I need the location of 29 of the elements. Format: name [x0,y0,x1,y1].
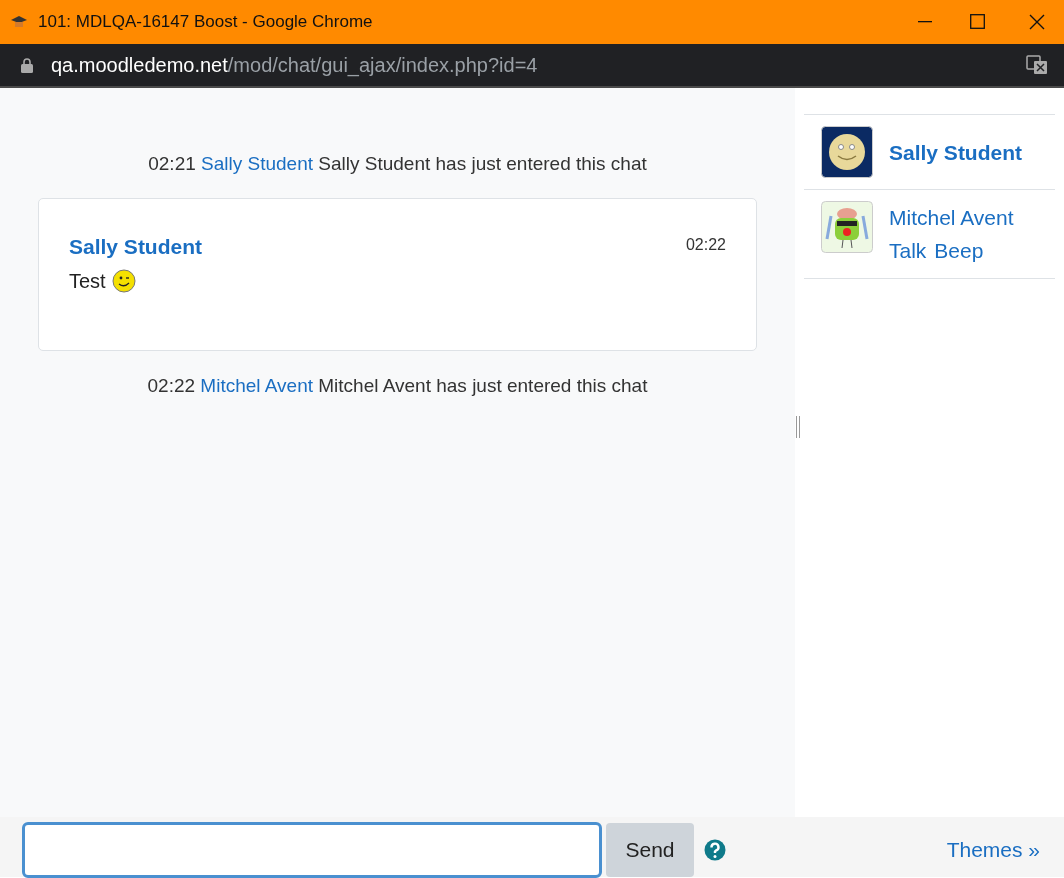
lock-icon [21,57,33,73]
message-text: Test [69,269,106,294]
user-link[interactable]: Sally Student [201,153,313,174]
user-link[interactable]: Mitchel Avent [200,374,313,396]
winking-smiley-icon [111,269,136,293]
close-icon [1029,13,1045,30]
window-title: 101: MDLQA-16147 Boost - Google Chrome [38,10,374,33]
url-text[interactable]: qa.moodledemo.net/mod/chat/gui_ajax/index.php?id=4 [51,50,1026,80]
user-name[interactable]: Sally Student [889,135,1023,169]
user-list-item[interactable]: Mitchel Avent Talk Beep [804,189,1055,279]
user-list-item[interactable]: Sally Student [804,114,1055,189]
translate-icon[interactable] [1026,55,1048,75]
avatar-monster-icon [821,201,873,253]
avatar-smiley-icon [821,126,873,178]
send-button[interactable]: Send [606,822,694,877]
chat-event-text: 02:21 Sally Student Sally Student has just entered this chat [147,152,648,176]
maximize-icon [969,14,985,29]
user-action-link[interactable]: Talk [889,234,927,267]
chat-event-text: 02:22 Mitchel Avent Mitchel Avent has just entered this chat [146,373,649,398]
user-action-link[interactable]: Beep [934,234,984,267]
graduation-cap-icon [10,14,28,29]
message-input-field[interactable] [22,821,602,878]
minimize-icon [918,20,932,23]
themes-link[interactable]: Themes » [946,833,1040,866]
user-name[interactable]: Mitchel Avent [889,201,1014,234]
resize-handle-icon[interactable] [795,416,801,438]
help-icon[interactable] [704,838,726,861]
message-time: 02:22 [685,234,726,255]
message-author: Sally Student [69,233,203,260]
